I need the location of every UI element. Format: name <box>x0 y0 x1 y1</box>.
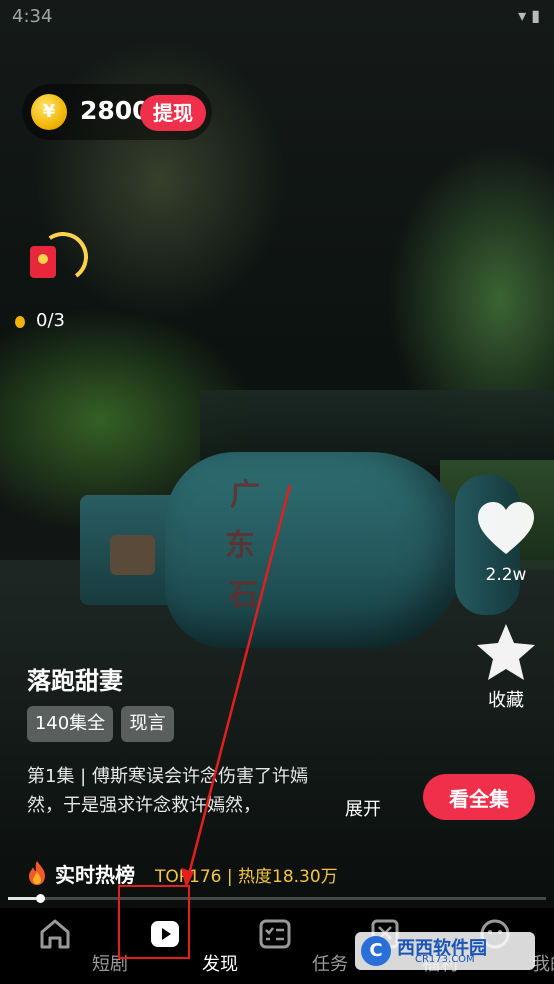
watermark-logo: C <box>361 936 391 966</box>
watermark-site: CR173.COM <box>415 954 475 965</box>
annotation-arrow <box>181 484 292 888</box>
app-screen: 广 东 石 4:34 ▾ ▮ ¥ 2800 提现 0/3 2.2w 收藏 落跑甜… <box>0 0 554 984</box>
annotation-highlight-box <box>118 885 190 959</box>
site-watermark: C 西西软件园 CR173.COM <box>355 932 535 970</box>
